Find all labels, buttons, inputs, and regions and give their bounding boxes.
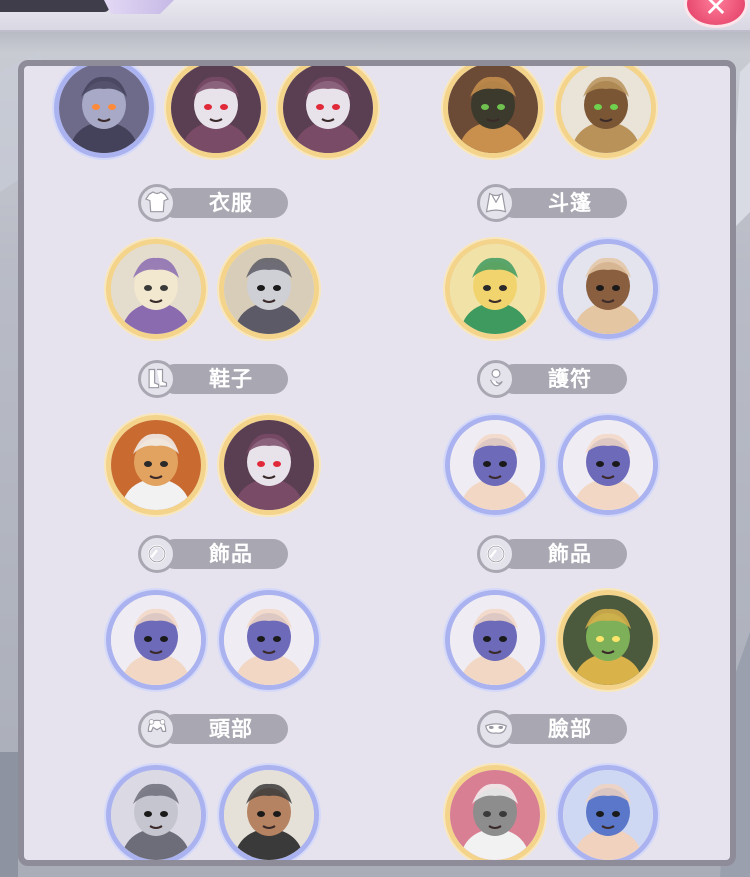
hero-portrait [563, 595, 653, 685]
green-demon-hero[interactable] [558, 590, 658, 690]
hero-portrait [563, 420, 653, 510]
hero-portrait [450, 595, 540, 685]
purple-hair-girl-hero[interactable] [445, 415, 545, 515]
hero-portrait [111, 595, 201, 685]
slot-label-amulet: 護符 [477, 360, 627, 398]
monkey-hero[interactable] [558, 239, 658, 339]
slot-label-shirt: 衣服 [138, 184, 288, 222]
white-dragon-hero[interactable] [166, 66, 266, 158]
ring-icon [477, 535, 515, 573]
hero-portrait [563, 770, 653, 860]
slot-label-helmet: 頭部 [138, 710, 288, 748]
top-bar [0, 0, 750, 32]
boots-icon [138, 360, 176, 398]
amulet-icon [477, 360, 515, 398]
masked-knight-hero[interactable] [219, 239, 319, 339]
slot-label-text: 飾品 [548, 542, 592, 566]
hero-portrait [283, 66, 373, 153]
ring-icon [138, 535, 176, 573]
hero-portrait [224, 244, 314, 334]
hero-portrait [224, 595, 314, 685]
slot-label-text: 臉部 [548, 717, 592, 741]
hero-portrait [59, 66, 149, 153]
top-accent [104, 0, 174, 14]
cape-icon [477, 184, 515, 222]
hero-portrait [561, 66, 651, 153]
hero-portrait [563, 244, 653, 334]
hero-portrait [171, 66, 261, 153]
slot-label-mask: 臉部 [477, 710, 627, 748]
slot-label-boots: 鞋子 [138, 360, 288, 398]
hero-portrait [450, 770, 540, 860]
purple-hair-girl-hero[interactable] [106, 590, 206, 690]
armored-robot-hero[interactable] [54, 66, 154, 158]
helmet-icon [138, 710, 176, 748]
equipment-panel: 衣服 斗篷鞋子 護符飾品 飾品頭部 臉部 [18, 60, 736, 866]
blonde-elf-hero[interactable] [445, 239, 545, 339]
slot-label-ring: 飾品 [138, 535, 288, 573]
hero-portrait [111, 770, 201, 860]
hero-portrait [224, 420, 314, 510]
slot-label-cape: 斗篷 [477, 184, 627, 222]
goggles-machine-hero[interactable] [443, 66, 543, 158]
slot-label-text: 頭部 [209, 717, 253, 741]
hero-portrait [450, 420, 540, 510]
slot-label-text: 衣服 [209, 191, 253, 215]
purple-hair-girl-hero[interactable] [445, 590, 545, 690]
hero-portrait [448, 66, 538, 153]
slot-label-text: 鞋子 [209, 367, 253, 391]
silver-helmet-hero[interactable] [106, 765, 206, 860]
purple-hair-girl-hero[interactable] [558, 415, 658, 515]
purple-hair-girl-hero[interactable] [219, 590, 319, 690]
boar-boss-hero[interactable] [219, 765, 319, 860]
mask-icon [477, 710, 515, 748]
white-dragon-hero[interactable] [219, 415, 319, 515]
eye-staff-hero[interactable] [556, 66, 656, 158]
hero-portrait [111, 244, 201, 334]
shirt-icon [138, 184, 176, 222]
slot-label-text: 斗篷 [548, 191, 592, 215]
slot-label-text: 護符 [548, 367, 592, 391]
pink-robot-hero[interactable] [445, 765, 545, 860]
slot-label-ring: 飾品 [477, 535, 627, 573]
hero-portrait [450, 244, 540, 334]
hero-portrait [224, 770, 314, 860]
white-beard-elder-hero[interactable] [106, 239, 206, 339]
white-dragon-hero[interactable] [278, 66, 378, 158]
hero-portrait [111, 420, 201, 510]
blue-hair-fighter-hero[interactable] [558, 765, 658, 860]
close-icon: ✕ [704, 0, 728, 23]
slot-label-text: 飾品 [209, 542, 253, 566]
top-tab [0, 0, 110, 12]
tiger-gangster-hero[interactable] [106, 415, 206, 515]
